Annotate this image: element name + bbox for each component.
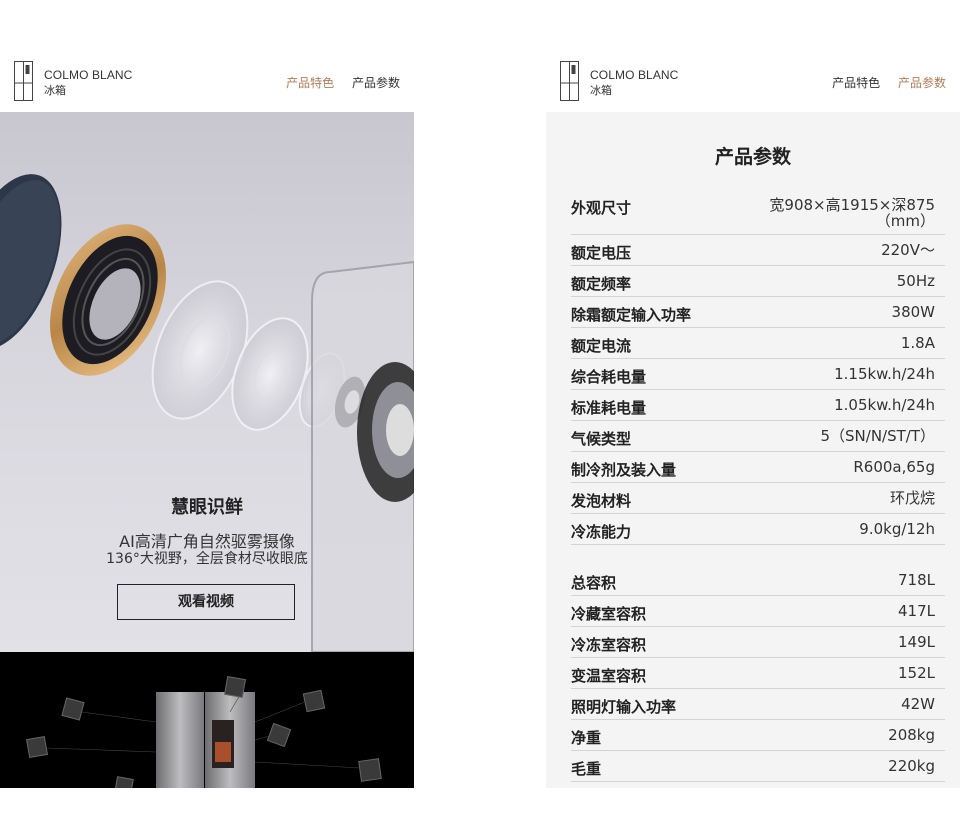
spec-value: 417L bbox=[898, 602, 935, 620]
spec-row: 冷藏室容积 417L bbox=[571, 596, 945, 627]
nav-features[interactable]: 产品特色 bbox=[286, 76, 334, 90]
spec-key: 照明灯输入功率 bbox=[571, 698, 677, 716]
brand-sub: 冰箱 bbox=[590, 84, 612, 97]
spec-row: 总容积 718L bbox=[571, 565, 945, 596]
spec-section: 产品参数 外观尺寸 宽908×高1915×深875 （mm） 额定电压 220V～ … bbox=[546, 112, 960, 788]
spec-row: 冷冻室容积 149L bbox=[571, 627, 945, 658]
spec-value: 152L bbox=[898, 664, 935, 682]
spec-key: 额定频率 bbox=[571, 275, 632, 293]
hero-subtitle-2: 136°大视野，全层食材尽收眼底 bbox=[106, 551, 308, 567]
spec-key: 额定电压 bbox=[571, 244, 632, 262]
spec-key: 标准耗电量 bbox=[571, 399, 647, 417]
spec-value: 1.15kw.h/24h bbox=[834, 365, 935, 383]
spec-value: 220V～ bbox=[881, 241, 935, 259]
spec-row: 净重 208kg bbox=[571, 720, 945, 751]
spec-table: 外观尺寸 宽908×高1915×深875 （mm） 额定电压 220V～ 额定频率 5… bbox=[571, 190, 945, 782]
nav: 产品特色 产品参数 bbox=[818, 74, 946, 91]
spec-row: 额定频率 50Hz bbox=[571, 266, 945, 297]
hero-title: 慧眼识鲜 bbox=[171, 497, 243, 518]
spec-key: 冷冻室容积 bbox=[571, 636, 647, 654]
spec-key: 发泡材料 bbox=[571, 492, 632, 510]
spec-key: 综合耗电量 bbox=[571, 368, 647, 386]
spec-key: 外观尺寸 bbox=[571, 199, 632, 217]
spec-row: 气候类型 5（SN/N/ST/T） bbox=[571, 421, 945, 452]
watch-video-button[interactable]: 观看视频 bbox=[117, 584, 295, 620]
brand: COLMO BLANC 冰箱 bbox=[44, 67, 132, 99]
spec-row: 除霜额定输入功率 380W bbox=[571, 297, 945, 328]
spec-key: 气候类型 bbox=[571, 430, 632, 448]
fridge-feature-banner bbox=[0, 652, 414, 788]
brand-name: COLMO BLANC bbox=[44, 68, 133, 82]
fridge-logo-icon bbox=[14, 61, 33, 101]
header: COLMO BLANC 冰箱 产品特色 产品参数 bbox=[0, 56, 414, 112]
spec-value: 环戊烷 bbox=[889, 489, 935, 507]
spec-value: R600a,65g bbox=[853, 458, 935, 476]
fridge-product-image bbox=[25, 675, 382, 788]
spec-value: 5（SN/N/ST/T） bbox=[820, 427, 935, 445]
spec-key: 冷藏室容积 bbox=[571, 605, 647, 623]
spec-key: 净重 bbox=[571, 729, 602, 747]
left-panel: COLMO BLANC 冰箱 产品特色 产品参数 慧眼识鲜 AI高清广角自然驱雾… bbox=[0, 56, 414, 788]
spec-value: 149L bbox=[898, 633, 935, 651]
spec-row: 毛重 220kg bbox=[571, 751, 945, 782]
spec-value: 1.8A bbox=[900, 334, 935, 352]
nav-features[interactable]: 产品特色 bbox=[832, 76, 880, 90]
spec-key: 总容积 bbox=[571, 574, 617, 592]
spec-value: 1.05kw.h/24h bbox=[834, 396, 935, 414]
nav: 产品特色 产品参数 bbox=[272, 74, 400, 91]
spec-key: 除霜额定输入功率 bbox=[571, 306, 692, 324]
spec-key: 变温室容积 bbox=[571, 667, 647, 685]
spec-key: 毛重 bbox=[571, 760, 602, 778]
spec-value: 50Hz bbox=[896, 272, 935, 290]
brand: COLMO BLANC 冰箱 bbox=[590, 67, 678, 99]
spec-row: 照明灯输入功率 42W bbox=[571, 689, 945, 720]
spec-key: 额定电流 bbox=[571, 337, 632, 355]
spec-value: 718L bbox=[898, 571, 935, 589]
brand-name: COLMO BLANC bbox=[590, 68, 679, 82]
spec-value: 208kg bbox=[888, 726, 935, 744]
spec-value: 380W bbox=[891, 303, 935, 321]
spec-key: 冷冻能力 bbox=[571, 523, 632, 541]
nav-specs[interactable]: 产品参数 bbox=[898, 76, 946, 90]
spec-divider-gap bbox=[571, 545, 945, 565]
nav-specs[interactable]: 产品参数 bbox=[352, 76, 400, 90]
right-panel: COLMO BLANC 冰箱 产品特色 产品参数 产品参数 外观尺寸 宽908×… bbox=[546, 56, 960, 788]
spec-value: 宽908×高1915×深875 （mm） bbox=[769, 196, 935, 230]
spec-title: 产品参数 bbox=[714, 146, 791, 168]
header: COLMO BLANC 冰箱 产品特色 产品参数 bbox=[546, 56, 960, 112]
spec-row: 综合耗电量 1.15kw.h/24h bbox=[571, 359, 945, 390]
spec-value: 42W bbox=[901, 695, 935, 713]
camera-lens-illustration bbox=[0, 174, 414, 652]
spec-row: 额定电流 1.8A bbox=[571, 328, 945, 359]
spec-key: 制冷剂及装入量 bbox=[571, 461, 677, 479]
fridge-logo-icon bbox=[560, 61, 579, 101]
spec-row: 外观尺寸 宽908×高1915×深875 （mm） bbox=[571, 190, 945, 235]
spec-value: 220kg bbox=[888, 757, 935, 775]
spec-value: 9.0kg/12h bbox=[859, 520, 935, 538]
spec-row: 发泡材料 环戊烷 bbox=[571, 483, 945, 514]
spec-row: 额定电压 220V～ bbox=[571, 235, 945, 266]
brand-sub: 冰箱 bbox=[44, 84, 66, 97]
spec-row: 制冷剂及装入量 R600a,65g bbox=[571, 452, 945, 483]
spec-row: 冷冻能力 9.0kg/12h bbox=[571, 514, 945, 545]
hero-banner: 慧眼识鲜 AI高清广角自然驱雾摄像 136°大视野，全层食材尽收眼底 观看视频 bbox=[0, 112, 414, 652]
spec-row: 变温室容积 152L bbox=[571, 658, 945, 689]
spec-row: 标准耗电量 1.05kw.h/24h bbox=[571, 390, 945, 421]
